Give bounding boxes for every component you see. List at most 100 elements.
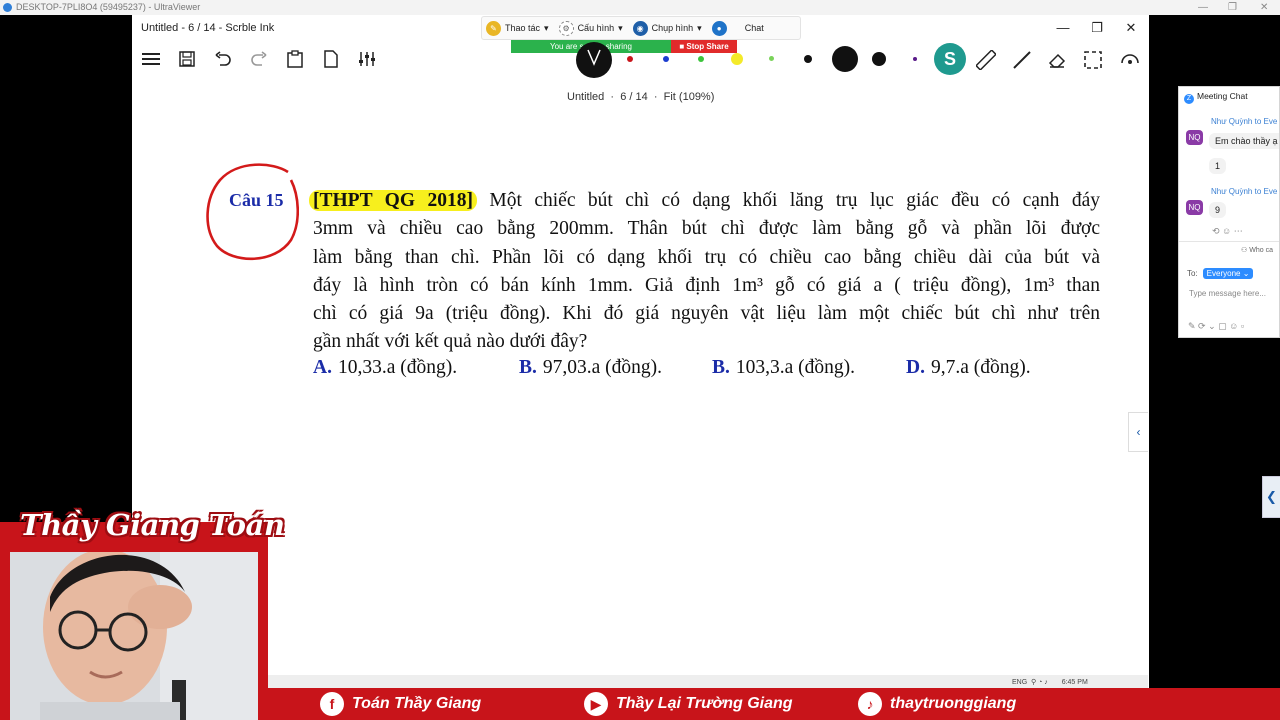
- avatar: NQ: [1186, 130, 1203, 145]
- ultraviewer-title-bar: DESKTOP-7PLI8O4 (59495237) - UltraViewer…: [0, 0, 1280, 15]
- chat-header: Z Meeting Chat: [1184, 91, 1248, 104]
- facebook-link[interactable]: f Toán Thầy Giang: [320, 692, 481, 716]
- question-source-highlight: [THPT QG 2018]: [309, 190, 477, 211]
- chevron-left-icon: ‹: [1136, 425, 1141, 439]
- answer-c: B. 103,3.a (đồng).: [712, 357, 855, 379]
- chevron-down-icon: ▾: [618, 22, 623, 33]
- question-line: làm bằng than chì. Phần lõi có dạng khối…: [313, 246, 1100, 268]
- chat-input-tools-icon[interactable]: ✎ ⟳ ⌄ ▢ ☺ ▫: [1188, 321, 1244, 332]
- recipient-row: To: Everyone ⌄: [1187, 268, 1254, 279]
- restore-icon[interactable]: ❐: [1228, 0, 1237, 15]
- answer-letter: B.: [712, 357, 730, 378]
- recipient-value: Everyone: [1206, 269, 1241, 278]
- answer-letter: D.: [906, 357, 925, 378]
- chup-hinh-button[interactable]: ◉ Chụp hình ▾: [632, 20, 702, 36]
- recipient-dropdown[interactable]: Everyone ⌄: [1202, 268, 1254, 279]
- lamp-tool-icon[interactable]: [576, 42, 612, 78]
- separator-dot: ·: [650, 91, 661, 103]
- separator-dot: ·: [607, 91, 618, 103]
- ultraviewer-title: DESKTOP-7PLI8O4 (59495237) - UltraViewer: [16, 2, 201, 12]
- thao-tac-label: Thao tác: [505, 23, 541, 33]
- presenter-icon[interactable]: [1120, 50, 1140, 70]
- answer-text: 97,03.a (đồng).: [542, 357, 663, 378]
- color-purple-swatch[interactable]: [913, 57, 917, 61]
- question-line: đáy là hình tròn có bán kính 1mm. Giả đị…: [313, 274, 1100, 296]
- presenter-figure-image: [10, 552, 258, 720]
- divider: [1179, 241, 1279, 242]
- chat-message: Em chào thầy ạ: [1209, 133, 1279, 149]
- chat-title: Meeting Chat: [1197, 91, 1248, 101]
- settings-sliders-icon[interactable]: [356, 48, 378, 70]
- social-bar: f Toán Thầy Giang ▶ Thầy Lại Trường Gian…: [268, 688, 1280, 720]
- tiktok-icon: ♪: [858, 692, 882, 716]
- youtube-link[interactable]: ▶ Thầy Lại Trường Giang: [584, 692, 793, 716]
- facebook-icon: f: [320, 692, 344, 716]
- chat-input[interactable]: Type message here...: [1189, 289, 1266, 298]
- collapse-panel-tab[interactable]: ‹: [1128, 412, 1148, 452]
- menu-icon[interactable]: [140, 48, 162, 70]
- facebook-label: Toán Thầy Giang: [352, 695, 482, 712]
- size-medium-swatch[interactable]: [872, 52, 886, 66]
- answer-text: 9,7.a (đồng).: [930, 357, 1031, 378]
- chat-button[interactable]: ● Chat: [711, 20, 764, 36]
- redo-icon[interactable]: [248, 48, 270, 70]
- message-actions-icon[interactable]: ⟲ ☺ ⋯: [1212, 226, 1243, 237]
- question-label: Câu 15: [229, 190, 284, 210]
- color-blue-swatch[interactable]: [663, 56, 669, 62]
- pen-mode-icon[interactable]: S: [934, 43, 966, 75]
- ruler-icon[interactable]: [975, 49, 997, 71]
- message-sender: Như Quỳnh to Eve: [1211, 117, 1278, 126]
- maximize-button[interactable]: ❐: [1080, 15, 1114, 41]
- question-line: 3mm và chiều cao bằng 200mm. Thân bút ch…: [313, 218, 1100, 240]
- close-icon[interactable]: ✕: [1260, 0, 1268, 15]
- undo-icon[interactable]: [212, 48, 234, 70]
- chat-message: 1: [1209, 158, 1227, 174]
- to-label: To:: [1187, 269, 1198, 278]
- webcam-title: Thầy Giang Toán: [20, 508, 285, 542]
- thao-tac-button[interactable]: ✎ Thao tác ▾: [486, 20, 549, 36]
- who-can-see-hint: ⚇ Who ca: [1241, 246, 1273, 254]
- webcam-video: [10, 552, 258, 720]
- question-line-text: Một chiếc bút chì có dạng khối lăng trụ …: [489, 190, 1101, 211]
- paste-icon[interactable]: [284, 48, 306, 70]
- question-line: gần nhất với kết quả nào dưới đây?: [313, 331, 588, 353]
- line-tool-icon[interactable]: [1012, 50, 1032, 70]
- pen-palette: S: [576, 42, 1146, 78]
- select-tool-icon[interactable]: [1083, 50, 1103, 70]
- answer-letter: A.: [313, 357, 332, 378]
- ultraviewer-icon: [3, 3, 12, 12]
- size-small-swatch[interactable]: [804, 55, 812, 63]
- minimize-icon[interactable]: —: [1198, 0, 1208, 15]
- color-green-swatch[interactable]: [698, 56, 704, 62]
- answer-d: D. 9,7.a (đồng).: [906, 357, 1031, 379]
- pencil-icon: ✎: [486, 20, 501, 36]
- answer-letter: B.: [519, 357, 537, 378]
- tray-language: ENG: [1012, 679, 1028, 686]
- chat-icon: ●: [711, 20, 727, 36]
- question-line: chì có giá 9a (triệu đồng). Khi đó giá n…: [313, 303, 1100, 325]
- avatar: NQ: [1186, 200, 1203, 215]
- people-icon: ⚇: [1241, 247, 1250, 254]
- youtube-label: Thầy Lại Trường Giang: [616, 695, 793, 712]
- new-page-icon[interactable]: [320, 48, 342, 70]
- system-tray: ENG ⚲ ◔ ♪ 6:45 PM: [1012, 679, 1088, 686]
- question-line: [THPT QG 2018] Một chiếc bút chì có dạng…: [309, 187, 1101, 215]
- youtube-icon: ▶: [584, 692, 608, 716]
- size-large-swatch[interactable]: [832, 46, 858, 72]
- cau-hinh-button[interactable]: ⚙ Cấu hình ▾: [558, 20, 623, 36]
- expand-side-tab[interactable]: ❮: [1262, 476, 1280, 518]
- color-yellow-swatch[interactable]: [731, 53, 743, 65]
- tiktok-link[interactable]: ♪ thaytruonggiang: [858, 692, 1016, 716]
- close-button[interactable]: ✕: [1114, 15, 1148, 41]
- eraser-icon[interactable]: [1047, 50, 1067, 70]
- doc-zoom[interactable]: Fit (109%): [664, 91, 715, 103]
- color-lightgreen-swatch[interactable]: [769, 56, 774, 61]
- answer-text: 10,33.a (đồng).: [337, 357, 458, 378]
- remote-toolbar: ✎ Thao tác ▾ ⚙ Cấu hình ▾ ◉ Chụp hình ▾ …: [481, 16, 801, 40]
- doc-page: 6 / 14: [620, 91, 648, 103]
- save-icon[interactable]: [176, 48, 198, 70]
- document-info: Untitled · 6 / 14 · Fit (109%): [567, 91, 714, 103]
- chevron-down-icon: ▾: [544, 22, 549, 33]
- color-red-swatch[interactable]: [627, 56, 633, 62]
- minimize-button[interactable]: —: [1046, 15, 1080, 41]
